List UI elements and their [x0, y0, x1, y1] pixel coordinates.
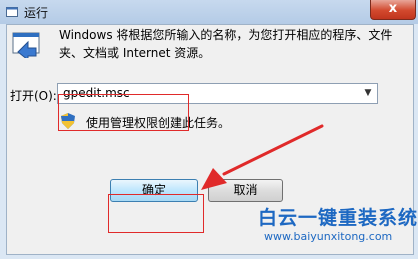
watermark-text: 白云一键重装系统 [258, 207, 418, 229]
watermark-url: www.baiyunxitong.com [264, 230, 393, 243]
